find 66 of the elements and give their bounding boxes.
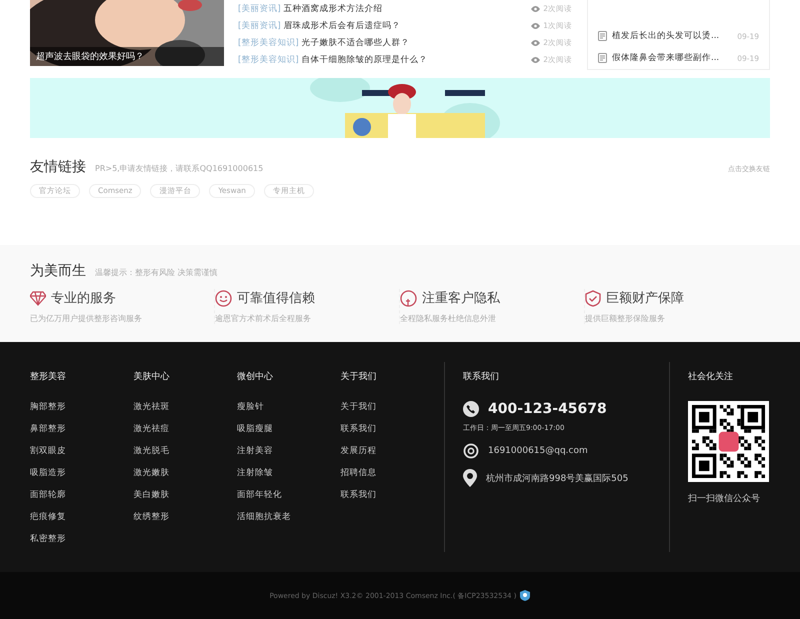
section-title: 为美而生	[30, 262, 86, 280]
address: 杭州市成河南路998号美赢国际505	[486, 472, 628, 484]
column-heading: 联系我们	[463, 370, 500, 383]
column-heading: 社会化关注	[688, 370, 734, 383]
diamond-icon	[30, 290, 46, 306]
feature-card[interactable]: 超声波去眼袋的效果好吗？	[30, 0, 224, 66]
section-note: PR>5,申请友情链接，请联系QQ1691000615	[95, 163, 264, 174]
footer-link[interactable]: 关于我们	[340, 401, 444, 423]
feature-title: 可靠值得信赖	[237, 290, 315, 307]
feature-caption: 超声波去眼袋的效果好吗？	[30, 47, 224, 66]
feature-description: 提供巨额整形保险服务	[585, 313, 666, 324]
footer-link[interactable]: 活细胞抗衰老	[237, 511, 340, 533]
footer-link[interactable]: 面部轮廓	[30, 489, 134, 511]
document-icon	[598, 53, 607, 63]
column-heading: 关于我们	[340, 370, 378, 383]
footer-link[interactable]: 美白嫩肤	[134, 489, 237, 511]
feature-description: 已为亿万用户提供整形咨询服务	[30, 313, 143, 324]
feature-description: 逾恩官方术前术后全程服务	[215, 313, 312, 324]
footer-link[interactable]: 激光祛斑	[134, 401, 237, 423]
footer-link[interactable]: 吸脂瘦腿	[237, 423, 340, 445]
footer-link[interactable]: 私密整形	[30, 533, 134, 555]
article-link[interactable]: 光子嫩肤不适合哪些人群？	[302, 36, 410, 48]
email-address[interactable]: 1691000615@qq.com	[488, 446, 588, 456]
side-article-link[interactable]: 假体隆鼻会带来哪些副作...	[612, 52, 720, 64]
footer-link[interactable]: 激光祛痘	[134, 423, 237, 445]
eye-icon	[531, 6, 540, 12]
footer-link[interactable]: 瘦脸针	[237, 401, 340, 423]
feature-title: 巨额财产保障	[606, 290, 684, 307]
footer-link[interactable]: 注射除皱	[237, 467, 340, 489]
footer-link[interactable]: 激光嫩肤	[134, 467, 237, 489]
footer-link[interactable]: 纹绣整形	[134, 511, 237, 533]
qr-caption: 扫一扫微信公众号	[688, 492, 761, 505]
phone-number: 400-123-45678	[488, 401, 607, 417]
footer-link[interactable]: 面部年轻化	[237, 489, 340, 511]
shield-icon	[585, 290, 601, 306]
shield-badge-icon	[520, 590, 530, 601]
article-link[interactable]: 自体干细胞除皱的原理是什么？	[302, 54, 428, 66]
article-link[interactable]: 五种酒窝成形术方法介绍	[284, 2, 383, 14]
feature-title: 专业的服务	[51, 290, 116, 307]
document-icon	[598, 31, 607, 41]
footer-link[interactable]: 割双眼皮	[30, 445, 134, 467]
section-title: 友情链接	[30, 158, 86, 176]
footer-link[interactable]: 招聘信息	[340, 467, 444, 489]
footer-link[interactable]: 疤痕修复	[30, 511, 134, 533]
footer-link[interactable]: 发展历程	[340, 445, 444, 467]
column-heading: 美肤中心	[134, 370, 170, 383]
article-link[interactable]: 眉珠成形术后会有后遗症吗？	[284, 20, 401, 32]
feature-title: 注重客户隐私	[422, 290, 500, 307]
section-note: 温馨提示：整形有风险 决策需谨慎	[95, 267, 218, 278]
feature-description: 全程隐私服务杜绝信息外泄	[400, 313, 497, 324]
eye-icon	[531, 40, 540, 46]
location-pin-icon	[463, 469, 477, 487]
smiley-icon	[215, 290, 232, 306]
footer-link[interactable]: 联系我们	[340, 489, 444, 511]
eye-icon	[531, 22, 540, 28]
footer-link[interactable]: 联系我们	[340, 423, 444, 445]
side-article-link[interactable]: 植发后长出的头发可以烫...	[612, 30, 720, 42]
footer-link[interactable]: 注射美容	[237, 445, 340, 467]
footer-link[interactable]: 胸部整形	[30, 401, 134, 423]
phone-icon	[463, 401, 479, 417]
eye-icon	[531, 56, 540, 62]
column-heading: 微创中心	[237, 370, 274, 383]
column-heading: 整形美容	[30, 370, 67, 383]
footer-link[interactable]: 激光脱毛	[134, 445, 237, 467]
footer-link[interactable]: 吸脂造形	[30, 467, 134, 489]
footer-link[interactable]: 鼻部整形	[30, 423, 134, 445]
